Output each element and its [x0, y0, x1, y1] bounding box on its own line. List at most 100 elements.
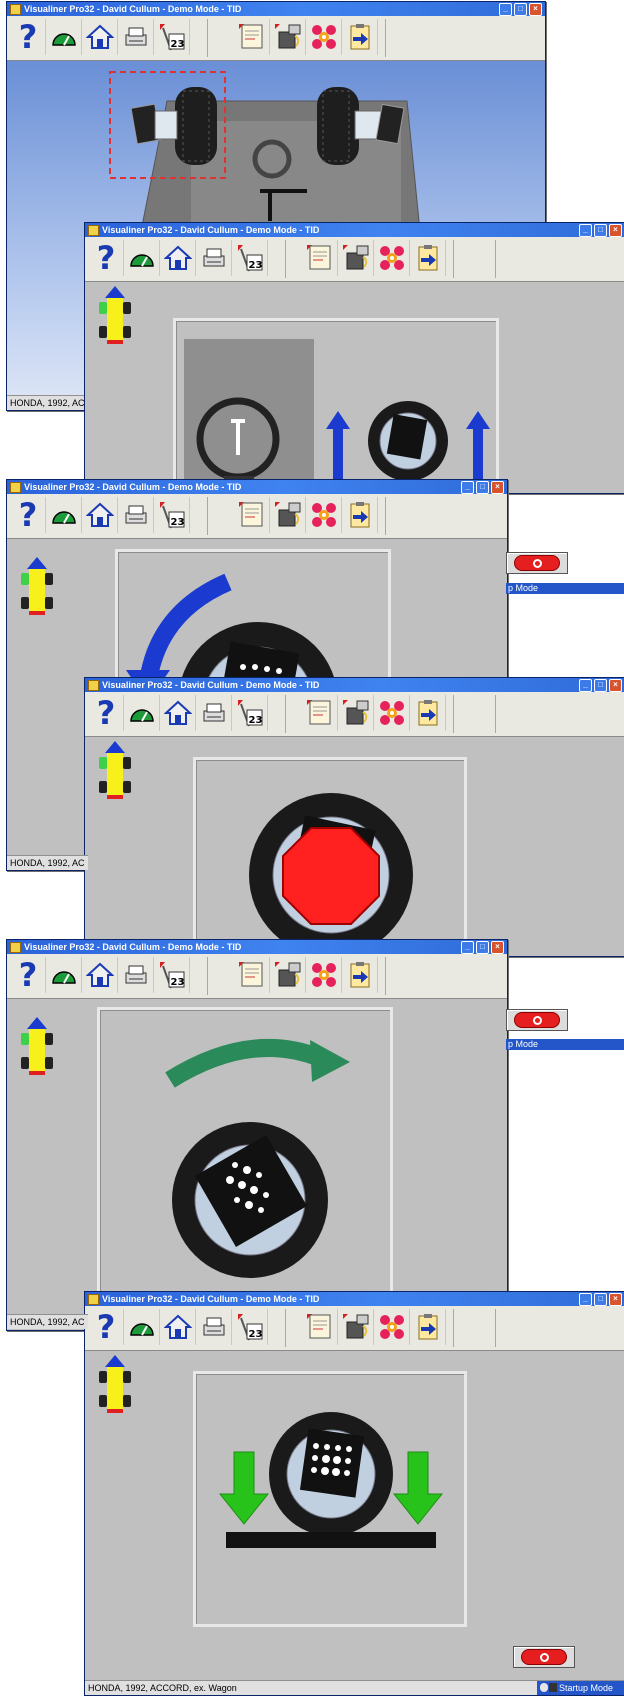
clipboard-icon[interactable] — [343, 957, 378, 993]
mode-status-panel: Startup Mode — [537, 1681, 624, 1695]
minimize-button[interactable]: _ — [579, 679, 592, 692]
roll-forward-illustration — [165, 1039, 350, 1278]
report-icon[interactable] — [235, 497, 270, 533]
content-area — [85, 737, 624, 956]
help-icon[interactable]: ? — [89, 1308, 124, 1346]
maximize-button[interactable]: □ — [594, 679, 607, 692]
clipboard-icon[interactable] — [411, 1309, 446, 1345]
title-bar[interactable]: Visualiner Pro32 - David Cullum - Demo M… — [85, 678, 624, 692]
home-icon[interactable] — [161, 1309, 196, 1345]
gauge-icon[interactable] — [47, 957, 82, 993]
calendar-day: 23 — [249, 260, 263, 271]
title-bar[interactable]: Visualiner Pro32 - David Cullum - Demo M… — [85, 223, 624, 237]
targets-icon[interactable] — [375, 695, 410, 731]
targets-icon[interactable] — [307, 957, 342, 993]
clipboard-icon[interactable] — [343, 19, 378, 55]
camera-icon[interactable] — [339, 1309, 374, 1345]
printer-icon[interactable] — [119, 497, 154, 533]
close-button[interactable]: × — [491, 941, 504, 954]
content-area — [7, 999, 507, 1330]
clipboard-icon[interactable] — [411, 240, 446, 276]
printer-icon[interactable] — [197, 1309, 232, 1345]
calendar-icon[interactable]: 23 — [233, 240, 268, 276]
camera-icon[interactable] — [339, 695, 374, 731]
toolbar-separator — [495, 1309, 496, 1347]
stop-button[interactable] — [513, 1646, 575, 1668]
close-button[interactable]: × — [609, 679, 622, 692]
gauge-icon[interactable] — [125, 240, 160, 276]
instruction-panel — [97, 1007, 393, 1313]
help-icon[interactable]: ? — [11, 956, 46, 994]
stop-icon — [514, 1012, 560, 1028]
window-2: Visualiner Pro32 - David Cullum - Demo M… — [84, 222, 624, 494]
maximize-button[interactable]: □ — [594, 224, 607, 237]
minimize-button[interactable]: _ — [579, 224, 592, 237]
calendar-icon[interactable]: 23 — [233, 1309, 268, 1345]
gauge-icon[interactable] — [47, 497, 82, 533]
stop-button[interactable] — [506, 552, 568, 574]
report-icon[interactable] — [235, 19, 270, 55]
calendar-icon[interactable]: 23 — [155, 957, 190, 993]
close-button[interactable]: × — [609, 1293, 622, 1306]
maximize-button[interactable]: □ — [476, 941, 489, 954]
calendar-icon[interactable]: 23 — [155, 497, 190, 533]
printer-icon[interactable] — [197, 240, 232, 276]
maximize-button[interactable]: □ — [476, 481, 489, 494]
vehicle-status: HONDA, 1992, AC — [10, 398, 85, 408]
help-icon[interactable]: ? — [11, 496, 46, 534]
window-title: Visualiner Pro32 - David Cullum - Demo M… — [24, 4, 242, 14]
clipboard-icon[interactable] — [343, 497, 378, 533]
targets-icon[interactable] — [375, 240, 410, 276]
close-button[interactable]: × — [491, 481, 504, 494]
window-title: Visualiner Pro32 - David Cullum - Demo M… — [102, 225, 320, 235]
home-icon[interactable] — [161, 695, 196, 731]
title-bar[interactable]: Visualiner Pro32 - David Cullum - Demo M… — [7, 940, 507, 954]
camera-icon[interactable] — [271, 957, 306, 993]
help-icon[interactable]: ? — [11, 18, 46, 56]
title-bar[interactable]: Visualiner Pro32 - David Cullum - Demo M… — [85, 1292, 624, 1306]
clipboard-icon[interactable] — [411, 695, 446, 731]
toolbar: ? 23 — [85, 692, 624, 737]
minimize-button[interactable]: _ — [579, 1293, 592, 1306]
help-icon[interactable]: ? — [89, 694, 124, 732]
minimize-button[interactable]: _ — [499, 3, 512, 16]
calendar-icon[interactable]: 23 — [233, 695, 268, 731]
targets-icon[interactable] — [307, 19, 342, 55]
minimize-button[interactable]: _ — [461, 941, 474, 954]
calendar-icon[interactable]: 23 — [155, 19, 190, 55]
maximize-button[interactable]: □ — [594, 1293, 607, 1306]
camera-icon[interactable] — [339, 240, 374, 276]
gauge-icon[interactable] — [125, 695, 160, 731]
title-bar[interactable]: Visualiner Pro32 - David Cullum - Demo M… — [7, 2, 545, 16]
calendar-day: 23 — [249, 1329, 263, 1340]
gauge-icon[interactable] — [125, 1309, 160, 1345]
camera-icon[interactable] — [271, 497, 306, 533]
targets-icon[interactable] — [307, 497, 342, 533]
gauge-icon[interactable] — [47, 19, 82, 55]
report-icon[interactable] — [303, 1309, 338, 1345]
stop-button[interactable] — [506, 1009, 568, 1031]
home-icon[interactable] — [83, 957, 118, 993]
car-position-icon — [99, 741, 131, 799]
close-button[interactable]: × — [529, 3, 542, 16]
title-bar[interactable]: Visualiner Pro32 - David Cullum - Demo M… — [7, 480, 507, 494]
printer-icon[interactable] — [119, 957, 154, 993]
printer-icon[interactable] — [119, 19, 154, 55]
home-icon[interactable] — [83, 497, 118, 533]
home-icon[interactable] — [83, 19, 118, 55]
home-icon[interactable] — [161, 240, 196, 276]
toolbar-separator — [207, 957, 208, 995]
report-icon[interactable] — [303, 695, 338, 731]
minimize-button[interactable]: _ — [461, 481, 474, 494]
targets-icon[interactable] — [375, 1309, 410, 1345]
maximize-button[interactable]: □ — [514, 3, 527, 16]
report-icon[interactable] — [303, 240, 338, 276]
printer-icon[interactable] — [197, 695, 232, 731]
content-area — [85, 1351, 624, 1695]
close-button[interactable]: × — [609, 224, 622, 237]
stop-sign-illustration — [249, 793, 413, 956]
camera-icon[interactable] — [271, 19, 306, 55]
help-icon[interactable]: ? — [89, 239, 124, 277]
toolbar-separator — [385, 19, 386, 57]
report-icon[interactable] — [235, 957, 270, 993]
